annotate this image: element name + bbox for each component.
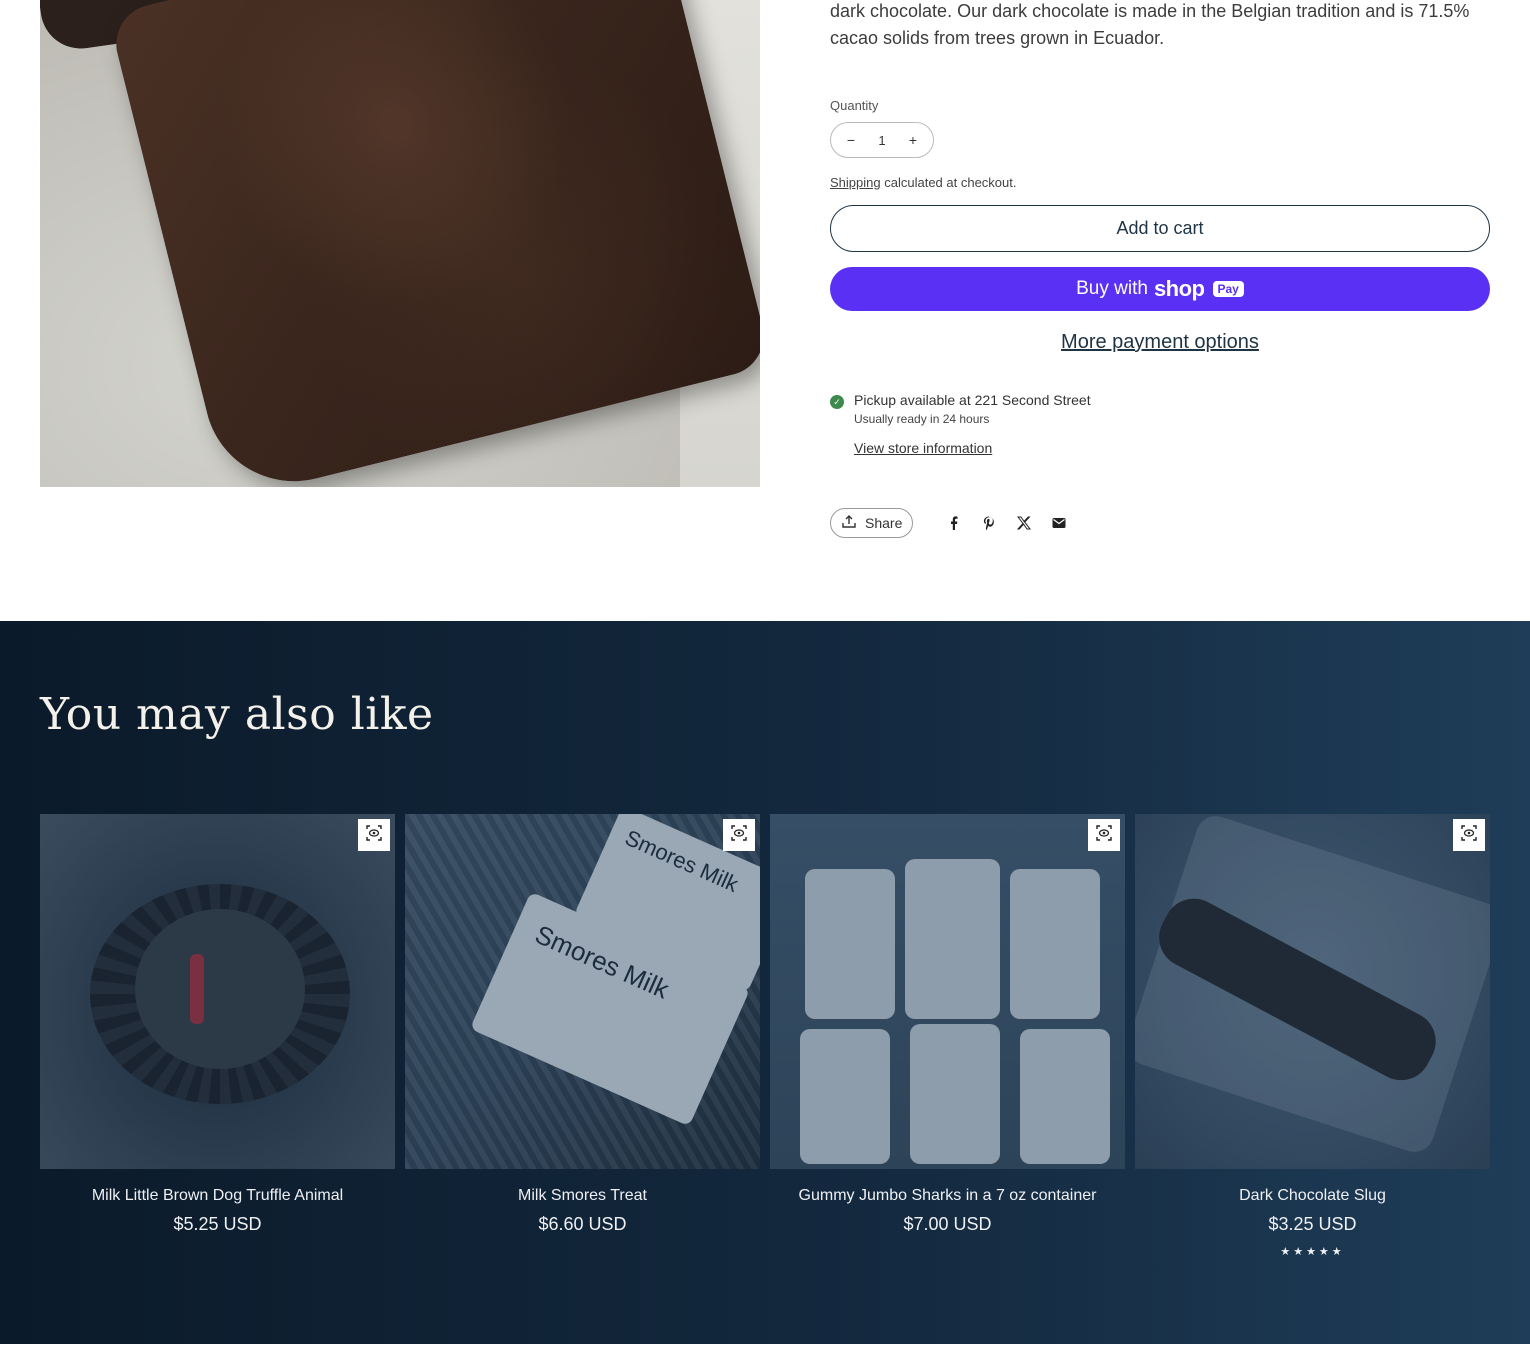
quantity-input[interactable]: 1	[878, 133, 885, 148]
shipping-note-text: calculated at checkout.	[884, 175, 1017, 190]
pickup-availability: ✓ Pickup available at 221 Second Street …	[830, 392, 1490, 458]
product-image-chocolate-slug[interactable]	[1135, 814, 1490, 1169]
product-price: $3.25 USD	[1268, 1214, 1357, 1234]
product-info: dark chocolate. Our dark chocolate is ma…	[830, 0, 1490, 538]
share-button[interactable]: Share	[830, 508, 914, 538]
product-image-dog-truffle[interactable]	[40, 814, 395, 1169]
minus-icon[interactable]: −	[845, 132, 857, 148]
facebook-icon[interactable]	[945, 514, 963, 532]
product-image-smores[interactable]: Smores Milk Smores Milk	[405, 814, 760, 1169]
more-payment-options-link[interactable]: More payment options	[830, 331, 1490, 354]
product-title[interactable]: Milk Smores Treat	[405, 1187, 760, 1205]
product-price: $6.60 USD	[538, 1214, 627, 1234]
pay-badge: Pay	[1212, 281, 1244, 297]
jar-label	[1020, 1029, 1110, 1164]
quick-view-button[interactable]	[1453, 819, 1485, 851]
quantity-label: Quantity	[830, 98, 879, 113]
jar-label	[800, 1029, 890, 1164]
related-heading: You may also like	[40, 689, 434, 740]
product-price: $7.00 USD	[903, 1214, 992, 1234]
product-card-gummy-sharks[interactable]: Gummy Jumbo Sharks in a 7 oz container $…	[770, 814, 1125, 1235]
quantity-stepper[interactable]: − 1 +	[830, 122, 934, 158]
social-links	[945, 514, 1068, 532]
truffle-collar	[190, 954, 204, 1024]
pickup-title: Pickup available at 221 Second Street	[854, 392, 1091, 408]
product-title[interactable]: Milk Little Brown Dog Truffle Animal	[40, 1187, 395, 1205]
check-icon: ✓	[830, 395, 844, 409]
share-label: Share	[865, 515, 903, 531]
shop-logo: shop	[1153, 276, 1205, 301]
pinterest-icon[interactable]	[980, 514, 998, 532]
jar-label	[1010, 869, 1100, 1019]
shop-pay-button[interactable]: Buy with shop Pay	[830, 267, 1490, 311]
quick-view-icon	[730, 824, 748, 847]
pickup-subtitle: Usually ready in 24 hours	[854, 412, 990, 426]
product-title[interactable]: Gummy Jumbo Sharks in a 7 oz container	[770, 1187, 1125, 1205]
rating-stars: ★★★★★	[1280, 1246, 1345, 1258]
buy-with-text: Buy with	[1076, 278, 1148, 299]
product-price: $5.25 USD	[173, 1214, 262, 1234]
share-icon	[841, 514, 857, 533]
product-image-gummy-sharks[interactable]	[770, 814, 1125, 1169]
email-icon[interactable]	[1050, 514, 1068, 532]
share-row: Share	[830, 508, 1490, 538]
quick-view-icon	[1460, 824, 1478, 847]
product-image[interactable]	[40, 0, 760, 487]
x-icon[interactable]	[1015, 514, 1033, 532]
product-title[interactable]: Dark Chocolate Slug	[1135, 1187, 1490, 1205]
jar-label	[910, 1024, 1000, 1164]
shipping-note: Shipping calculated at checkout.	[830, 175, 1490, 190]
view-store-link[interactable]: View store information	[854, 440, 992, 456]
product-card-dog-truffle[interactable]: Milk Little Brown Dog Truffle Animal $5.…	[40, 814, 395, 1235]
quick-view-button[interactable]	[358, 819, 390, 851]
quick-view-icon	[1095, 824, 1113, 847]
jar-label	[805, 869, 895, 1019]
add-to-cart-button[interactable]: Add to cart	[830, 205, 1490, 252]
product-card-chocolate-slug[interactable]: Dark Chocolate Slug $3.25 USD ★★★★★	[1135, 814, 1490, 1258]
jar-label	[905, 859, 1000, 1019]
plus-icon[interactable]: +	[907, 132, 919, 148]
product-description: dark chocolate. Our dark chocolate is ma…	[830, 1, 1470, 48]
chocolate-bar-photo	[107, 0, 760, 487]
quick-view-button[interactable]	[723, 819, 755, 851]
quick-view-button[interactable]	[1088, 819, 1120, 851]
related-products: You may also like Milk Little Brown Dog …	[0, 621, 1530, 1344]
shipping-link[interactable]: Shipping	[830, 175, 881, 190]
truffle-shape	[135, 909, 305, 1069]
product-card-smores[interactable]: Smores Milk Smores Milk Milk Smores Trea…	[405, 814, 760, 1235]
quick-view-icon	[365, 824, 383, 847]
